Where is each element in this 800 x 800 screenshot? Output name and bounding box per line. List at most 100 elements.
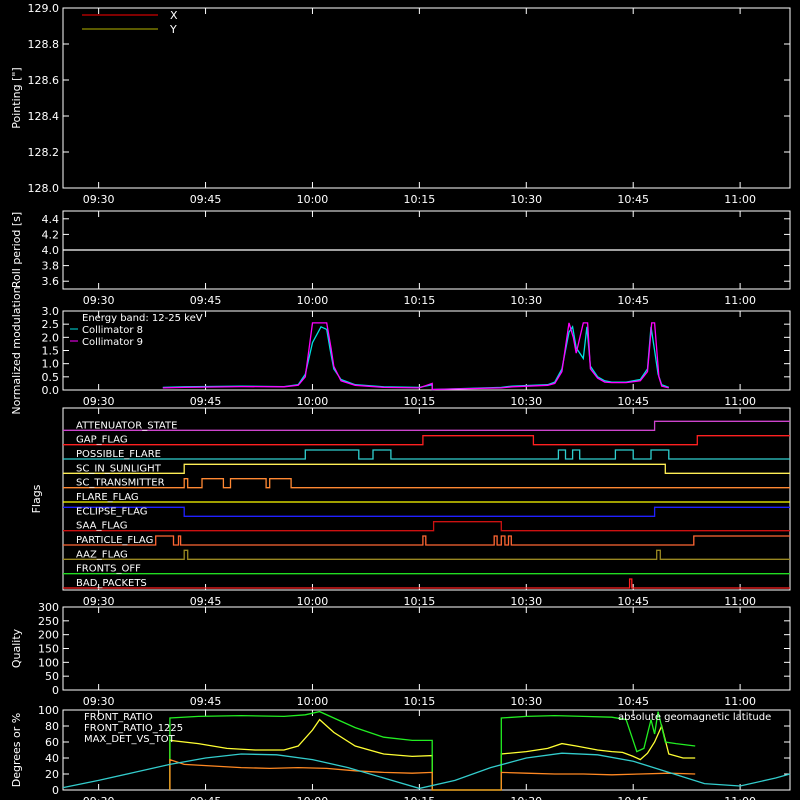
roll-xtick-label: 10:30 xyxy=(510,294,542,307)
ratios-ytick-label: 20 xyxy=(45,768,59,781)
flags-xtick-label: 10:15 xyxy=(404,595,436,608)
quality-xtick-label: 10:30 xyxy=(510,695,542,708)
modulation-series-1 xyxy=(162,322,669,391)
pointing-xtick-label: 10:15 xyxy=(404,193,436,206)
flag-label-particle-flag: PARTICLE_FLAG xyxy=(76,535,153,546)
roll-ytick-label: 4.4 xyxy=(42,213,60,226)
quality-xtick-label: 09:30 xyxy=(83,695,115,708)
pointing-ytick-label: 128.8 xyxy=(28,38,60,51)
modulation-xtick-label: 10:45 xyxy=(617,395,649,408)
flags-xtick-label: 10:45 xyxy=(617,595,649,608)
quality-ytick-label: 100 xyxy=(38,656,59,669)
rhessi-quicklook-chart: 09:30 09:45 10:00 10:15 10:30 10:45 11:00 Point… xyxy=(10,2,791,800)
modulation-series-0 xyxy=(162,325,670,391)
modulation-ytick-label: 1.0 xyxy=(42,358,60,371)
flag-label-aaz-flag: AAZ_FLAG xyxy=(76,549,128,560)
quality-xtick-label: 10:00 xyxy=(297,695,329,708)
flag-label-gap-flag: GAP_FLAG xyxy=(76,435,128,446)
pointing-ylabel: Pointing ["] xyxy=(10,67,23,128)
modulation-ytick-label: 2.5 xyxy=(42,318,60,331)
roll-xtick-label: 10:45 xyxy=(617,294,649,307)
pointing-ytick-label: 128.0 xyxy=(28,182,60,195)
roll-ylabel: Roll period [s] xyxy=(10,212,23,288)
modulation-xtick-label: 09:45 xyxy=(190,395,222,408)
ratios-ytick-label: 0 xyxy=(52,784,59,797)
quality-xtick-label: 10:45 xyxy=(617,695,649,708)
modulation-ytick-label: 0.0 xyxy=(42,384,60,397)
modulation-xtick-label: 09:30 xyxy=(83,395,115,408)
flag-line-sc-transmitter xyxy=(63,478,790,489)
ratios-legend-label: MAX_DET_VS_TOT xyxy=(84,734,176,745)
ratios-xtick-label: 10:45 xyxy=(617,795,649,800)
quality-ytick-label: 300 xyxy=(38,601,59,614)
ratios-xtick-label: 09:30 xyxy=(83,795,115,800)
ratios-xtick-label: 10:15 xyxy=(404,795,436,800)
flags-xtick-label: 09:30 xyxy=(83,595,115,608)
flag-line-sc-in-sunlight xyxy=(63,463,790,474)
roll-xtick-label: 10:15 xyxy=(404,294,436,307)
flag-label-flare-flag: FLARE_FLAG xyxy=(76,492,139,503)
modulation-ytick-label: 1.5 xyxy=(42,345,60,358)
ratios-ytick-label: 60 xyxy=(45,736,59,749)
ratios-ytick-label: 100 xyxy=(38,704,59,717)
pointing-xtick-label: 09:30 xyxy=(83,193,115,206)
modulation-ytick-label: 3.0 xyxy=(42,305,60,318)
roll-ytick-label: 3.8 xyxy=(42,260,60,273)
flag-label-possible-flare: POSSIBLE_FLARE xyxy=(76,449,161,460)
quality-xtick-label: 10:15 xyxy=(404,695,436,708)
modulation-xtick-label: 10:30 xyxy=(510,395,542,408)
flag-line-possible-flare xyxy=(63,449,790,460)
flag-label-saa-flag: SAA_FLAG xyxy=(76,521,127,532)
flag-label-eclipse-flag: ECLIPSE_FLAG xyxy=(76,506,147,517)
flag-line-gap-flag xyxy=(63,435,790,446)
ratios-ytick-label: 40 xyxy=(45,752,59,765)
flags-xtick-label: 11:00 xyxy=(724,595,756,608)
flag-label-attenuator-state: ATTENUATOR_STATE xyxy=(76,420,177,431)
ratios-xtick-label: 09:45 xyxy=(190,795,222,800)
ratios-xtick-label: 10:00 xyxy=(297,795,329,800)
ratios-legend-label: FRONT_RATIO xyxy=(84,712,153,723)
roll-xtick-label: 10:00 xyxy=(297,294,329,307)
modulation-legend-label: Collimator 9 xyxy=(82,337,143,348)
modulation-xtick-label: 10:00 xyxy=(297,395,329,408)
flag-label-fronts-off: FRONTS_OFF xyxy=(76,564,141,575)
flag-label-sc-transmitter: SC_TRANSMITTER xyxy=(76,478,165,489)
modulation-ytick-label: 0.5 xyxy=(42,371,60,384)
flags-xtick-label: 09:45 xyxy=(190,595,222,608)
ratios-legend-label: FRONT_RATIO_1225 xyxy=(84,723,183,734)
pointing-xtick-label: 10:30 xyxy=(510,193,542,206)
flag-label-sc-in-sunlight: SC_IN_SUNLIGHT xyxy=(76,463,162,474)
ratios-legend-latitude: absolute geomagnetic latitude xyxy=(618,712,771,723)
ratios-xtick-label: 11:00 xyxy=(724,795,756,800)
roll-xtick-label: 09:30 xyxy=(83,294,115,307)
pointing-legend-label: X xyxy=(170,9,178,22)
pointing-xtick-label: 11:00 xyxy=(724,193,756,206)
modulation-legend-label: Collimator 8 xyxy=(82,325,143,336)
quality-xtick-label: 09:45 xyxy=(190,695,222,708)
modulation-ylabel: Normalized modulation xyxy=(10,286,23,414)
pointing-xtick-label: 10:45 xyxy=(617,193,649,206)
quality-ytick-label: 0 xyxy=(52,684,59,697)
ratios-ylabel: Degrees or % xyxy=(10,713,23,787)
modulation-xtick-label: 11:00 xyxy=(724,395,756,408)
pointing-xtick-label: 10:00 xyxy=(297,193,329,206)
quality-ytick-label: 250 xyxy=(38,615,59,628)
roll-ytick-label: 4.2 xyxy=(42,228,60,241)
pointing-ytick-label: 129.0 xyxy=(28,2,60,15)
flag-line-bad-packets xyxy=(63,578,790,589)
pointing-xtick-label: 09:45 xyxy=(190,193,222,206)
quality-xtick-label: 11:00 xyxy=(724,695,756,708)
quality-ylabel: Quality xyxy=(10,628,23,668)
pointing-ytick-label: 128.6 xyxy=(28,74,60,87)
flag-line-aaz-flag xyxy=(63,549,790,560)
ratios-ytick-label: 80 xyxy=(45,720,59,733)
flag-line-particle-flag xyxy=(63,535,790,546)
modulation-legend-title: Energy band: 12-25 keV xyxy=(82,313,203,324)
quality-ytick-label: 200 xyxy=(38,629,59,642)
pointing-ytick-label: 128.4 xyxy=(28,110,60,123)
roll-xtick-label: 09:45 xyxy=(190,294,222,307)
quality-ytick-label: 50 xyxy=(45,670,59,683)
pointing-legend-label: Y xyxy=(169,23,177,36)
ratios-series-3 xyxy=(62,752,791,790)
quality-frame xyxy=(62,606,791,691)
